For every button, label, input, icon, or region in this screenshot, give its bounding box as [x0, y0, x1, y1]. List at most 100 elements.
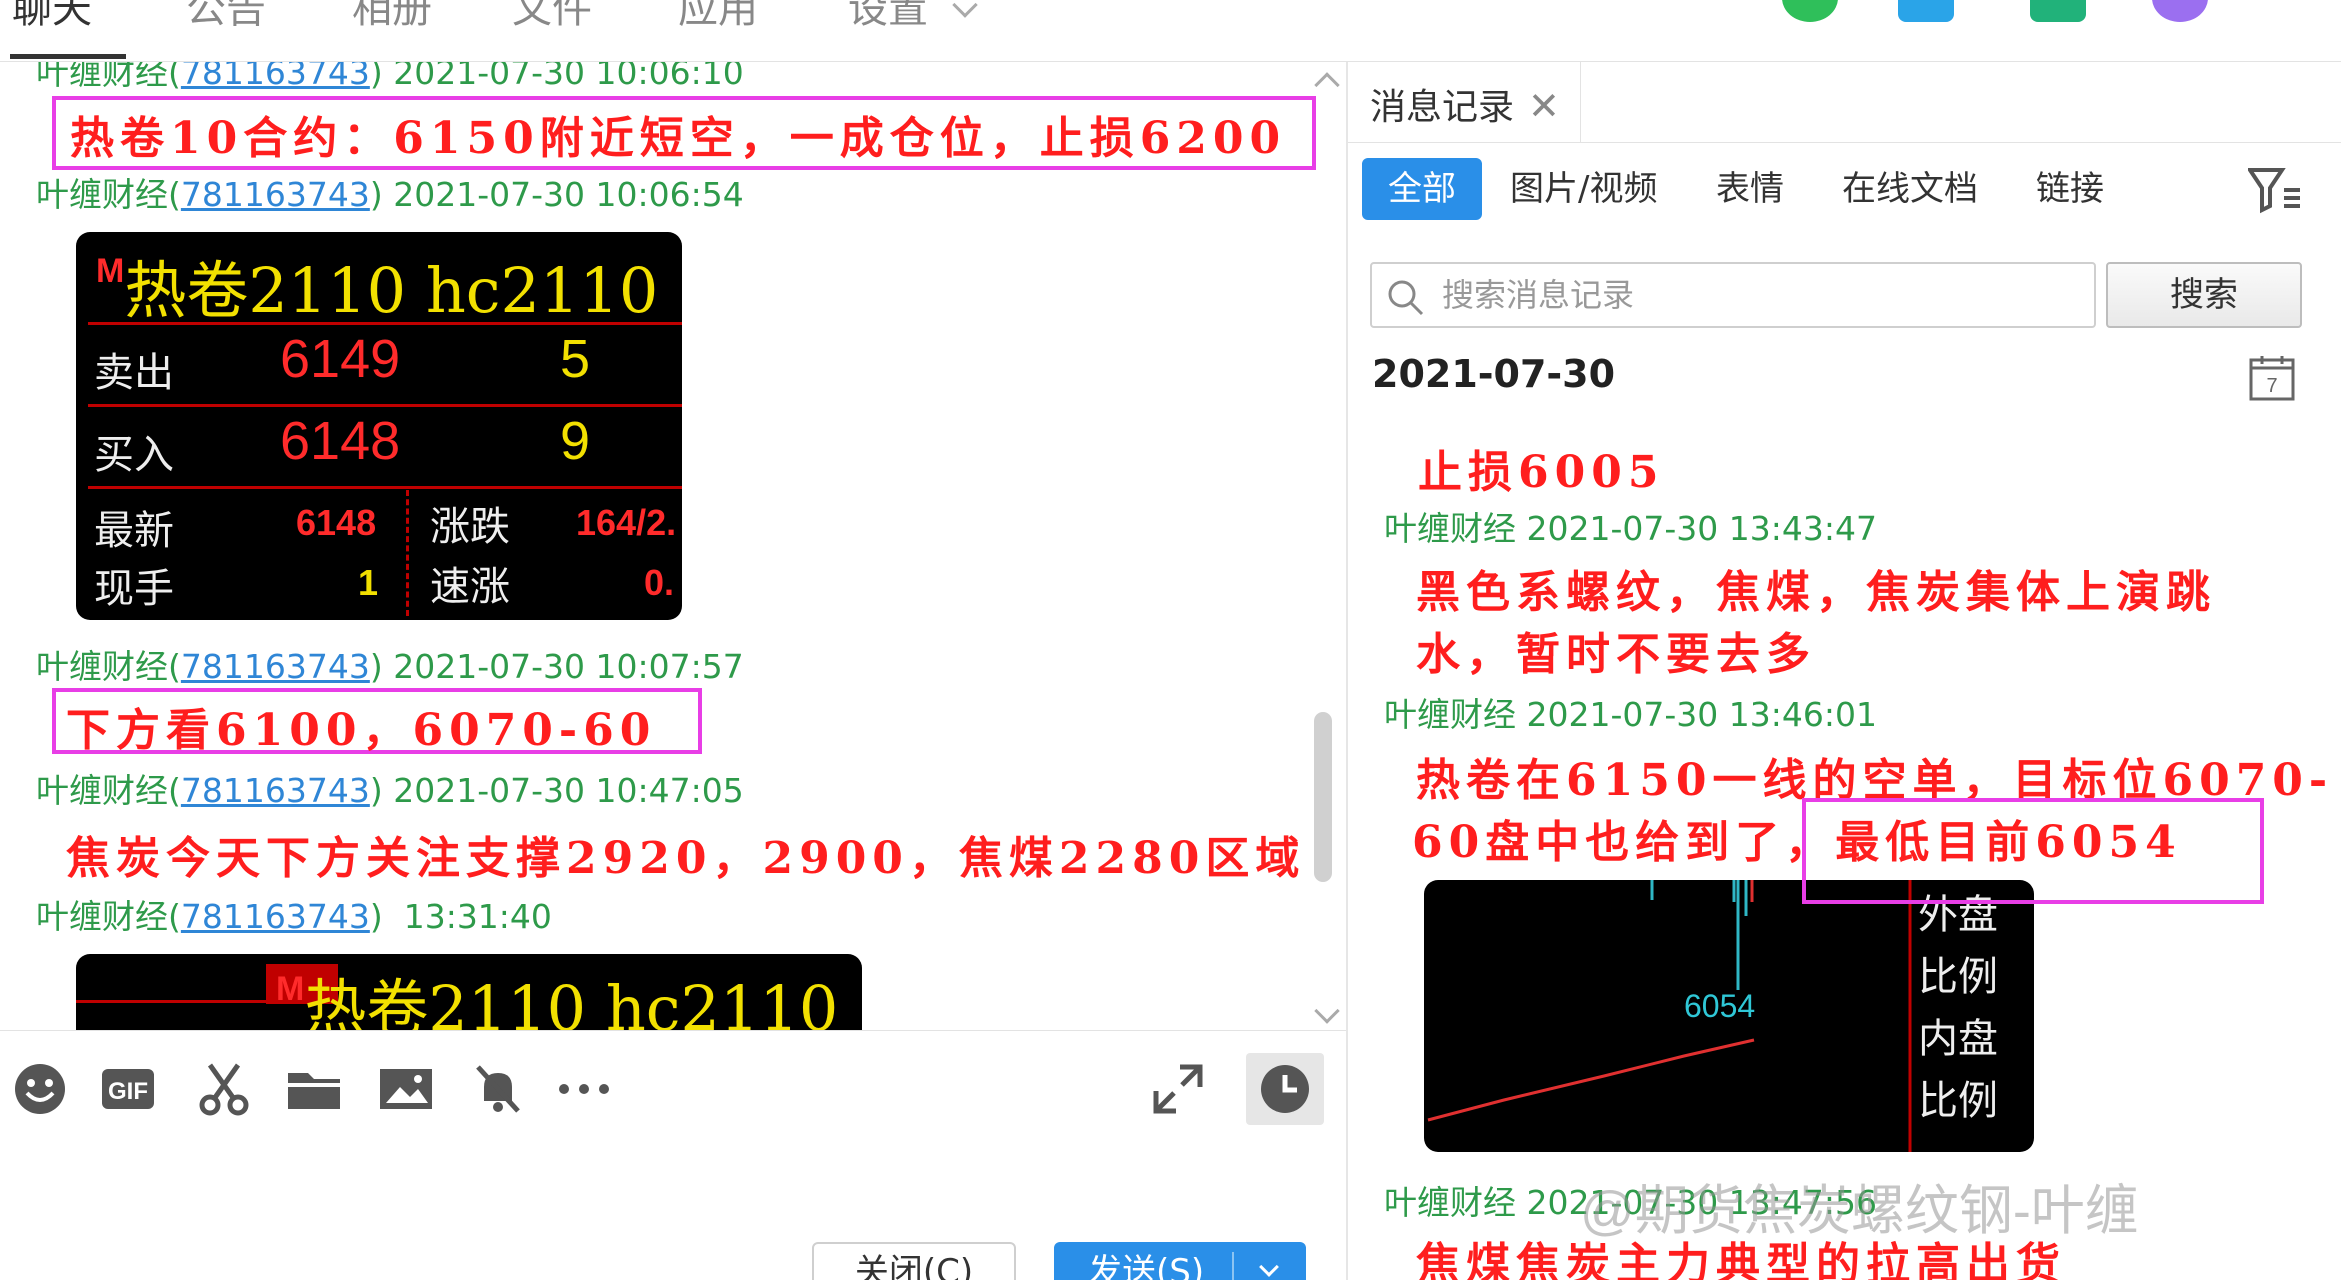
buy-label: 买入	[94, 432, 174, 478]
search-input[interactable]	[1442, 272, 2082, 318]
history-sender-line: 叶缠财经 2021-07-30 13:46:01	[1384, 695, 1877, 734]
buy-price: 6148	[280, 411, 401, 471]
message-history-panel: 消息记录 ✕ 全部 图片/视频 表情 在线文档 链接 搜索 2021-07-30…	[1348, 62, 2341, 1280]
history-sender-line: 叶缠财经 2021-07-30 13:43:47	[1384, 509, 1877, 548]
divider	[88, 486, 682, 489]
group-app-icon[interactable]	[2152, 0, 2208, 22]
highlight-box	[1802, 798, 2264, 904]
active-tab-indicator	[10, 54, 126, 59]
history-message-text: 黑色系螺纹，焦煤，焦炭集体上演跳	[1416, 567, 2216, 618]
input-area[interactable]: 关闭(C) 发送(S)	[0, 1140, 1346, 1280]
close-button[interactable]: 关闭(C)	[812, 1242, 1016, 1280]
search-button[interactable]: 搜索	[2106, 262, 2302, 328]
chart-thumbnail-image[interactable]: 6054 外盘 比例 内盘 比例	[1424, 880, 2034, 1152]
history-message-text: 止损6005	[1418, 447, 1665, 498]
sender-qq-link[interactable]: 781163743	[181, 647, 370, 686]
current-hand-label: 现手	[94, 566, 174, 612]
gif-label: GIF	[108, 1078, 148, 1105]
filter-funnel-icon[interactable]	[2246, 166, 2302, 214]
message-sender-line: 叶缠财经(781163743) 13:31:40	[36, 897, 552, 936]
sell-price: 6149	[280, 329, 401, 389]
send-options-chevron-icon[interactable]	[1259, 1257, 1279, 1277]
filter-stickers[interactable]: 表情	[1716, 158, 1784, 220]
speed-label: 速涨	[430, 564, 510, 610]
history-message-text: 水，暂时不要去多	[1416, 629, 1816, 680]
futures-quote-image[interactable]: M热卷2110 hc2110 卖出 6149 5 买入 6148 9 最新 61…	[76, 232, 682, 620]
filter-all[interactable]: 全部	[1362, 158, 1482, 220]
sender-qq-link[interactable]: 781163743	[181, 175, 370, 214]
change-value: 164/2.	[576, 502, 677, 543]
tab-album[interactable]: 相册	[352, 0, 432, 34]
folder-icon[interactable]	[286, 1061, 342, 1117]
tab-settings[interactable]: 设置	[848, 0, 928, 34]
message-sender-line: 叶缠财经(781163743) 2021-07-30 10:06:54	[36, 175, 744, 214]
search-icon	[1388, 280, 1424, 316]
gif-icon[interactable]: GIF	[100, 1061, 156, 1117]
message-sender-line: 叶缠财经(781163743) 2021-07-30 10:47:05	[36, 771, 744, 810]
calendar-day: 7	[2266, 375, 2277, 397]
chart-price-label: 6054	[1684, 988, 1756, 1024]
phone-call-icon[interactable]	[1782, 0, 1838, 22]
divider	[1232, 1252, 1234, 1280]
change-label: 涨跌	[430, 504, 510, 550]
current-hand-value: 1	[358, 562, 379, 603]
chat-message-area[interactable]: 叶缠财经(781163743) 2021-07-30 10:06:10 热卷10…	[0, 62, 1346, 1030]
search-field[interactable]	[1370, 262, 2096, 328]
message-sender-line: 叶缠财经(781163743) 2021-07-30 10:06:10	[36, 62, 744, 94]
divider	[1348, 142, 2341, 143]
chat-scrollbar[interactable]	[1314, 712, 1332, 882]
send-label: 发送(S)	[1088, 1252, 1205, 1280]
message-text: 下方看6100，6070-60	[66, 705, 657, 756]
divider	[76, 1000, 266, 1003]
mute-bell-icon[interactable]	[470, 1061, 526, 1117]
latest-label: 最新	[94, 508, 174, 554]
filter-online-docs[interactable]: 在线文档	[1842, 158, 1978, 220]
history-tab-title[interactable]: 消息记录	[1370, 78, 1514, 130]
expand-icon[interactable]	[1150, 1061, 1206, 1117]
message-text: 热卷10合约：6150附近短空，一成仓位，止损6200	[70, 113, 1287, 164]
sell-qty: 5	[560, 329, 591, 389]
chart-side-label: 比例	[1918, 1078, 1998, 1124]
scroll-down-arrow-icon[interactable]	[1314, 998, 1340, 1024]
more-icon[interactable]	[556, 1061, 612, 1117]
tab-announcement[interactable]: 公告	[186, 0, 266, 34]
message-sender-line: 叶缠财经(781163743) 2021-07-30 10:07:57	[36, 647, 744, 686]
tab-chat[interactable]: 聊天	[12, 0, 92, 34]
close-icon[interactable]: ✕	[1528, 84, 1560, 128]
top-tab-bar: 聊天 公告 相册 文件 应用 设置	[0, 0, 2341, 62]
latest-value: 6148	[296, 502, 377, 543]
chevron-down-icon[interactable]	[952, 0, 978, 18]
speed-value: 0.	[644, 562, 675, 603]
chart-side-label: 内盘	[1918, 1016, 1998, 1062]
emoji-icon[interactable]	[12, 1061, 68, 1117]
sell-label: 卖出	[94, 350, 174, 396]
scroll-up-arrow-icon[interactable]	[1314, 72, 1340, 98]
chart-side-label: 比例	[1918, 954, 1998, 1000]
history-clock-icon[interactable]	[1246, 1053, 1324, 1125]
sender-qq-link[interactable]: 781163743	[181, 897, 370, 936]
divider	[406, 490, 409, 616]
buy-qty: 9	[560, 411, 591, 471]
quote-title: M热卷2110 hc2110	[276, 970, 839, 1030]
quote-title: M热卷2110 hc2110	[96, 252, 659, 327]
tab-files[interactable]: 文件	[512, 0, 592, 34]
divider	[88, 322, 682, 325]
divider	[88, 404, 682, 407]
filter-links[interactable]: 链接	[2036, 158, 2104, 220]
scissors-icon[interactable]	[196, 1061, 252, 1117]
send-button[interactable]: 发送(S)	[1054, 1242, 1306, 1280]
input-toolbar: GIF	[0, 1030, 1346, 1140]
filter-media[interactable]: 图片/视频	[1510, 158, 1657, 220]
classroom-icon[interactable]	[2030, 0, 2086, 22]
date-header: 2021-07-30	[1372, 352, 1616, 396]
tab-apps[interactable]: 应用	[678, 0, 758, 34]
futures-quote-image[interactable]: M热卷2110 hc2110	[76, 954, 862, 1030]
sender-qq-link[interactable]: 781163743	[181, 62, 370, 92]
chat-window: 聊天 公告 相册 文件 应用 设置 叶缠财经(781163743) 2021-0…	[0, 0, 2341, 1280]
message-text: 焦炭今天下方关注支撑2920，2900，焦煤2280区域	[66, 833, 1306, 884]
video-call-icon[interactable]	[1898, 0, 1954, 22]
watermark: @期货焦炭螺纹钢-叶缠	[1580, 1181, 2139, 1241]
calendar-icon[interactable]: 7	[2248, 354, 2296, 402]
sender-qq-link[interactable]: 781163743	[181, 771, 370, 810]
image-icon[interactable]	[378, 1061, 434, 1117]
